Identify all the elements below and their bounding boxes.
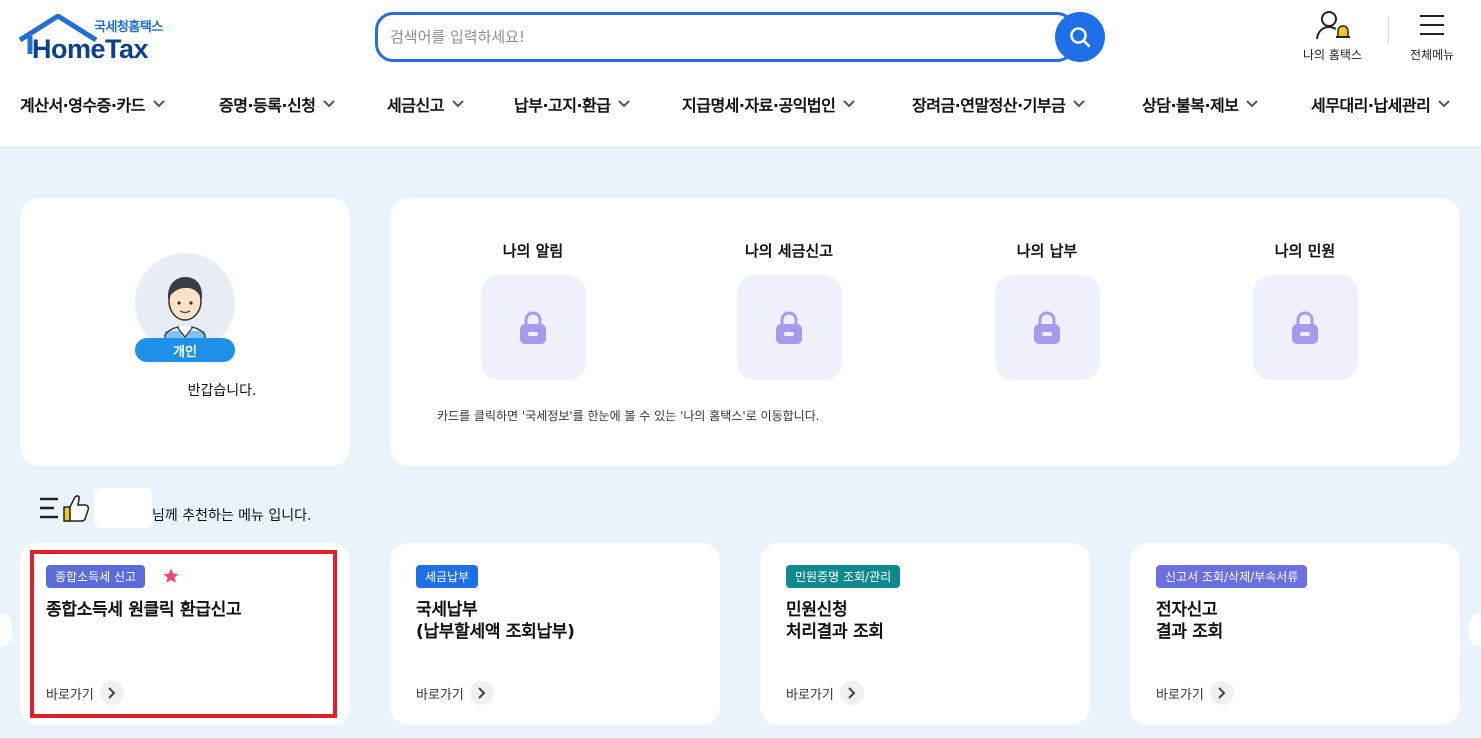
gnb-label: 계산서·영수증·카드 <box>20 96 145 115</box>
logo-subtitle: 국세청홈택스 <box>94 20 163 35</box>
gnb-label: 납부·고지·환급 <box>514 96 611 115</box>
search-box <box>375 12 1075 62</box>
search-button[interactable] <box>1055 12 1105 62</box>
arrow-circle <box>469 681 494 705</box>
hometax-logo[interactable]: 국세청홈택스 HomeTax <box>18 12 178 64</box>
menu-title: 종합소득세 원클릭 환급신고 <box>46 600 242 620</box>
go-to-label: 바로가기 <box>786 687 834 703</box>
chevron-down-icon <box>452 100 464 108</box>
my-civil-petition-card[interactable]: 나의 민원 <box>1220 240 1390 380</box>
my-hometax-note: 카드를 클릭하면 '국세정보'를 한눈에 볼 수 있는 '나의 홈택스'로 이동… <box>437 409 820 423</box>
arrow-circle <box>1209 681 1234 705</box>
go-to-link[interactable]: 바로가기 <box>1156 681 1234 705</box>
lock-icon <box>776 310 802 344</box>
chevron-down-icon <box>1073 100 1086 108</box>
chevron-down-icon <box>153 100 165 108</box>
thumbs-up-list-icon <box>40 495 90 522</box>
go-to-link[interactable]: 바로가기 <box>786 681 864 705</box>
chevron-right-icon <box>108 687 116 699</box>
chevron-down-icon <box>618 100 631 108</box>
gnb-label: 증명·등록·신청 <box>219 96 316 115</box>
my-item-title: 나의 납부 <box>1016 242 1078 260</box>
lock-box <box>480 275 586 380</box>
all-menu-button[interactable]: 전체메뉴 <box>1410 10 1454 63</box>
my-tax-filing-card[interactable]: 나의 세금신고 <box>704 240 874 380</box>
go-to-label: 바로가기 <box>1156 687 1204 703</box>
star-icon[interactable] <box>162 567 180 585</box>
my-hometax-label: 나의 홈택스 <box>1303 48 1363 62</box>
menu-card-e-filing-result[interactable]: 신고서 조회/삭제/부속서류 전자신고 결과 조회 바로가기 <box>1130 543 1460 725</box>
my-hometax-card: 나의 알림 나의 세금신고 나의 납부 나의 민원 카드를 클릭하면 '국세정보… <box>390 198 1460 466</box>
gnb-item-tax-agent[interactable]: 세무대리·납세관리 <box>1311 92 1451 116</box>
carousel-next-button[interactable] <box>1469 613 1481 647</box>
gnb-item-consultation[interactable]: 상담·불복·제보 <box>1142 92 1259 116</box>
profile-card: 개인 반갑습니다. <box>20 198 350 466</box>
my-item-title: 나의 세금신고 <box>744 242 834 260</box>
my-payment-card[interactable]: 나의 납부 <box>962 240 1132 380</box>
my-item-title: 나의 민원 <box>1274 242 1336 260</box>
menu-tag: 종합소득세 신고 <box>46 565 146 588</box>
menu-tag: 세금납부 <box>416 565 479 588</box>
user-type-badge: 개인 <box>135 338 235 362</box>
recommend-heading: 님께 추천하는 메뉴 입니다. <box>38 488 311 528</box>
chevron-down-icon <box>323 100 336 108</box>
arrow-circle <box>839 681 864 705</box>
chevron-right-icon <box>848 687 856 699</box>
all-menu-label: 전체메뉴 <box>1410 48 1455 62</box>
menu-title: 국세납부 (납부할세액 조회납부) <box>416 600 575 642</box>
go-to-link[interactable]: 바로가기 <box>416 681 494 705</box>
logo-wordmark: HomeTax <box>32 34 149 64</box>
gnb-item-payment[interactable]: 납부·고지·환급 <box>514 92 631 116</box>
menu-card-income-tax-refund[interactable]: 종합소득세 신고 종합소득세 원클릭 환급신고 바로가기 <box>20 543 350 725</box>
gnb-item-invoice[interactable]: 계산서·영수증·카드 <box>20 92 165 116</box>
chevron-down-icon <box>1438 100 1451 108</box>
chevron-down-icon <box>843 100 856 108</box>
greeting-text: 반갑습니다. <box>187 383 257 399</box>
recommend-text: 님께 추천하는 메뉴 입니다. <box>152 508 312 524</box>
hamburger-icon <box>1420 15 1445 35</box>
menu-card-civil-result[interactable]: 민원증명 조회/관리 민원신청 처리결과 조회 바로가기 <box>760 543 1090 725</box>
gnb-item-tax-filing[interactable]: 세금신고 <box>387 92 464 116</box>
search-input[interactable] <box>390 23 1030 51</box>
gnb-label: 세금신고 <box>387 96 444 115</box>
global-nav: 계산서·영수증·카드 증명·등록·신청 세금신고 납부·고지·환급 지급명세·자… <box>0 92 1481 122</box>
lock-box <box>736 275 842 380</box>
gnb-label: 지급명세·자료·공익법인 <box>682 96 836 115</box>
carousel-prev-button[interactable] <box>0 613 12 647</box>
search-icon <box>1070 27 1091 48</box>
go-to-label: 바로가기 <box>416 687 464 703</box>
go-to-link[interactable]: 바로가기 <box>46 681 124 705</box>
gnb-item-incentives[interactable]: 장려금·연말정산·기부금 <box>912 92 1086 116</box>
my-item-title: 나의 알림 <box>502 242 564 260</box>
header: 국세청홈택스 HomeTax 나의 홈택스 전체메뉴 계산서·영수증·카드 <box>0 0 1481 148</box>
gnb-label: 장려금·연말정산·기부금 <box>912 96 1066 115</box>
lock-box <box>1252 275 1358 380</box>
masked-username <box>94 488 152 528</box>
gnb-label: 상담·불복·제보 <box>1142 96 1239 115</box>
chevron-down-icon <box>1246 100 1259 108</box>
gnb-label: 세무대리·납세관리 <box>1311 96 1431 115</box>
lock-box <box>994 275 1100 380</box>
menu-title: 민원신청 처리결과 조회 <box>786 600 884 642</box>
menu-tag: 신고서 조회/삭제/부속서류 <box>1156 565 1308 588</box>
chevron-right-icon <box>1218 687 1226 699</box>
chevron-right-icon <box>478 687 486 699</box>
go-to-label: 바로가기 <box>46 687 94 703</box>
user-bell-icon <box>1315 11 1350 40</box>
util-divider <box>1388 16 1389 44</box>
lock-icon <box>1292 310 1318 344</box>
lock-icon <box>520 310 546 344</box>
menu-card-tax-payment[interactable]: 세금납부 국세납부 (납부할세액 조회납부) 바로가기 <box>390 543 720 725</box>
menu-title: 전자신고 결과 조회 <box>1156 600 1223 642</box>
my-hometax-button[interactable]: 나의 홈택스 <box>1303 10 1362 63</box>
menu-tag: 민원증명 조회/관리 <box>786 565 901 588</box>
my-notifications-card[interactable]: 나의 알림 <box>448 240 618 380</box>
arrow-circle <box>99 681 124 705</box>
gnb-item-statements[interactable]: 지급명세·자료·공익법인 <box>682 92 856 116</box>
lock-icon <box>1034 310 1060 344</box>
gnb-item-certificate[interactable]: 증명·등록·신청 <box>219 92 336 116</box>
